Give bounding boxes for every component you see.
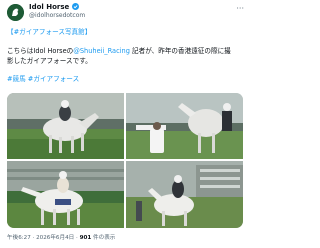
account-handle[interactable]: @idolhorsedotcom: [29, 12, 85, 20]
photo-horse-rider-stands: [126, 161, 243, 228]
photo-grid: [7, 93, 243, 228]
post-photo-3[interactable]: [7, 161, 124, 228]
mention-link[interactable]: @Shuheii_Racing: [73, 47, 130, 55]
view-count: 901: [79, 235, 92, 241]
post-body-prefix: こちらはIdol Horseの: [7, 47, 74, 55]
post-tag-line[interactable]: 【#ガイアフォース写真館】: [7, 28, 91, 37]
post-body-suffix: 記者が、昨年の香港遠征の際に撮: [129, 47, 231, 55]
post-time-date[interactable]: 午後6:27 · 2026年6月4日 ·: [7, 235, 80, 241]
view-count-label: 件の表示: [91, 235, 116, 241]
post-body-line2: 影したガイアフォースです。: [7, 57, 92, 65]
post-hashtags[interactable]: #競馬 #ガイアフォース: [7, 75, 79, 84]
post-body-line1: こちらはIdol Horseの@Shuheii_Racing 記者が、昨年の香港…: [7, 46, 247, 56]
more-options-icon[interactable]: ···: [236, 5, 244, 13]
account-name-text[interactable]: Idol Horse: [29, 3, 69, 11]
account-avatar[interactable]: [7, 4, 24, 21]
verified-badge-icon: [71, 3, 79, 10]
post-photo-1[interactable]: [7, 93, 124, 159]
photo-horse-trackside: [126, 93, 243, 159]
post-photo-2[interactable]: [126, 93, 243, 159]
photo-horse-grandstand: [7, 161, 124, 228]
post-meta: 午後6:27 · 2026年6月4日 · 901 件の表示: [7, 234, 115, 242]
post-photo-4[interactable]: [126, 161, 243, 228]
account-name[interactable]: Idol Horse: [29, 3, 79, 12]
photo-horse-galloping: [7, 93, 124, 159]
horse-logo-icon: [7, 4, 24, 21]
